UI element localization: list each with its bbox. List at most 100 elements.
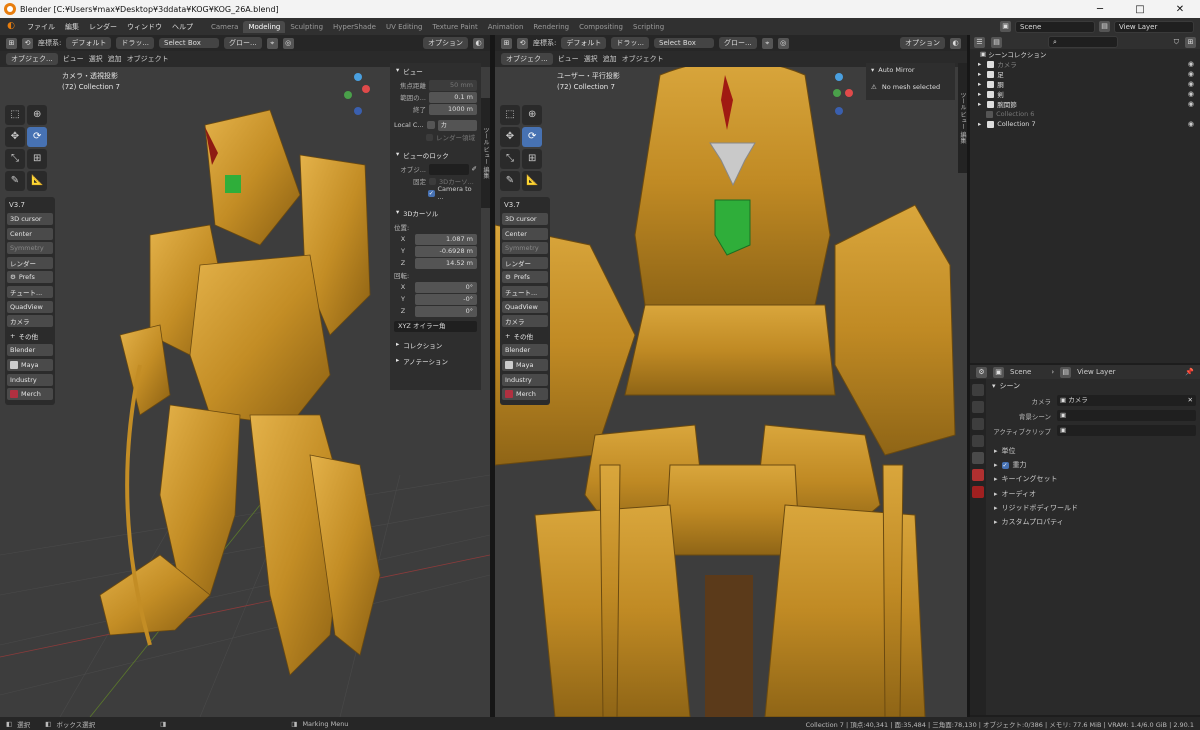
- outliner-row[interactable]: Collection 6: [970, 109, 1200, 119]
- v37-prefs-button[interactable]: ⚙ Prefs: [7, 271, 53, 284]
- tab-animation[interactable]: Animation: [483, 21, 529, 33]
- v37-symmetry-button[interactable]: Symmetry: [7, 242, 53, 255]
- orientation-dropdown[interactable]: デフォルト: [66, 37, 112, 49]
- menu-object[interactable]: オブジェクト: [127, 54, 169, 64]
- tab-tool[interactable]: ツール: [959, 92, 966, 110]
- proportional-icon[interactable]: ◎: [282, 37, 294, 49]
- collection-section-header[interactable]: ▸ コレクション: [390, 337, 481, 353]
- eye-icon[interactable]: ◉: [1188, 80, 1194, 88]
- eye-icon[interactable]: ◉: [1188, 90, 1194, 98]
- close-icon[interactable]: ✕: [1160, 4, 1200, 15]
- editor-type-icon[interactable]: ⚙: [976, 366, 987, 378]
- orientation-dropdown[interactable]: デフォルト: [561, 37, 607, 49]
- tab-view[interactable]: ビュー: [482, 147, 489, 165]
- view-layer-tab-icon[interactable]: [972, 435, 984, 447]
- pin-icon[interactable]: 📌: [1185, 368, 1194, 376]
- background-scene-field[interactable]: ▣: [1057, 410, 1196, 421]
- v37-center-button[interactable]: Center: [502, 227, 548, 240]
- v37-symmetry-button[interactable]: Symmetry: [502, 242, 548, 255]
- cursor-loc-x-field[interactable]: 1.087 m: [415, 233, 477, 245]
- options-dropdown[interactable]: オプション: [900, 37, 945, 49]
- focal-length-field[interactable]: 50 mm: [429, 79, 477, 91]
- menu-select[interactable]: 選択: [584, 54, 598, 64]
- outliner-row[interactable]: ▸ 足 ◉: [970, 69, 1200, 79]
- tab-scripting[interactable]: Scripting: [628, 21, 669, 33]
- v37-other-button[interactable]: + その他: [7, 330, 53, 342]
- outliner-row[interactable]: ▸ 腕関節 ◉: [970, 99, 1200, 109]
- v37-industry-button[interactable]: Industry: [7, 373, 53, 386]
- tab-edit[interactable]: 編集: [959, 132, 966, 144]
- outliner-row[interactable]: ▸ Collection 7 ◉: [970, 119, 1200, 129]
- transform-tool-icon[interactable]: ⊞: [27, 149, 48, 169]
- audio-section[interactable]: ▸ オーディオ: [988, 487, 1200, 501]
- clip-end-field[interactable]: 1000 m: [429, 103, 477, 115]
- row-checkbox[interactable]: [987, 80, 995, 88]
- menu-window[interactable]: ウィンドウ: [122, 22, 167, 32]
- new-collection-icon[interactable]: ⊞: [1185, 36, 1196, 48]
- move-tool-icon[interactable]: ✥: [500, 127, 520, 147]
- menu-view[interactable]: ビュー: [63, 54, 84, 64]
- world-tab-icon[interactable]: [972, 469, 984, 481]
- clear-icon[interactable]: ✕: [1188, 395, 1193, 406]
- move-tool-icon[interactable]: ✥: [5, 127, 25, 147]
- outliner-search-input[interactable]: ⌕: [1048, 36, 1118, 48]
- menu-file[interactable]: ファイル: [22, 22, 60, 32]
- maximize-icon[interactable]: □: [1120, 4, 1160, 15]
- tab-view[interactable]: ビュー: [959, 112, 966, 130]
- scene-section-header[interactable]: ▾ シーン: [988, 379, 1200, 393]
- v37-quadview-button[interactable]: QuadView: [7, 300, 53, 313]
- v37-merch-button[interactable]: Merch: [502, 388, 548, 401]
- editor-type-icon[interactable]: ⊞: [6, 37, 17, 49]
- viewport-right[interactable]: ⊞ ⟲ 座標系: デフォルト ドラッ... Select Box グロー... …: [495, 35, 967, 717]
- v37-industry-button[interactable]: Industry: [502, 373, 548, 386]
- texture-tab-icon[interactable]: [972, 486, 984, 498]
- scale-tool-icon[interactable]: ⤡: [500, 149, 520, 169]
- lock-3dcursor-checkbox[interactable]: [429, 177, 436, 185]
- options-dropdown[interactable]: オプション: [423, 37, 468, 49]
- display-mode-icon[interactable]: ▤: [991, 36, 1002, 48]
- menu-add[interactable]: 追加: [108, 54, 122, 64]
- outliner-row[interactable]: ▸ 剣 ◉: [970, 89, 1200, 99]
- v37-center-button[interactable]: Center: [7, 227, 53, 240]
- v37-camera-button[interactable]: カメラ: [7, 315, 53, 328]
- measure-tool-icon[interactable]: 📐: [27, 171, 48, 191]
- cursor-rot-y-field[interactable]: -0°: [415, 293, 477, 305]
- menu-edit[interactable]: 編集: [60, 22, 84, 32]
- tab-compositing[interactable]: Compositing: [574, 21, 628, 33]
- blender-menu-icon[interactable]: ◐: [4, 21, 18, 33]
- v37-tutorial-button[interactable]: チュート...: [7, 285, 53, 298]
- row-checkbox[interactable]: [986, 110, 994, 118]
- rotation-mode-dropdown[interactable]: XYZ オイラー角: [394, 320, 477, 332]
- transform-pivot-icon[interactable]: ⟲: [22, 37, 33, 49]
- v37-maya-button[interactable]: Maya: [502, 358, 548, 371]
- clip-start-field[interactable]: 0.1 m: [429, 91, 477, 103]
- camera-field[interactable]: ▣ カメラ ✕: [1057, 395, 1196, 406]
- navigation-gizmo[interactable]: [342, 73, 372, 119]
- auto-mirror-header[interactable]: ▾ Auto Mirror: [866, 63, 955, 77]
- tab-tool[interactable]: ツール: [482, 127, 489, 145]
- cursor-loc-z-field[interactable]: 14.52 m: [415, 257, 477, 269]
- tab-modeling[interactable]: Modeling: [243, 20, 286, 33]
- scale-tool-icon[interactable]: ⤡: [5, 149, 25, 169]
- v37-merch-button[interactable]: Merch: [7, 388, 53, 401]
- camera-to-view-checkbox[interactable]: ✓: [428, 189, 435, 197]
- mode-dropdown[interactable]: オブジェク...: [6, 53, 58, 65]
- tab-rendering[interactable]: Rendering: [528, 21, 574, 33]
- measure-tool-icon[interactable]: 📐: [522, 171, 543, 191]
- cursor-tool-icon[interactable]: ⊕: [522, 105, 543, 125]
- row-checkbox[interactable]: [987, 100, 995, 108]
- row-checkbox[interactable]: [987, 90, 995, 98]
- snap-icon[interactable]: ⌖: [266, 37, 278, 49]
- menu-render[interactable]: レンダー: [84, 22, 122, 32]
- cursor-rot-x-field[interactable]: 0°: [415, 281, 477, 293]
- view-lock-section-header[interactable]: ▾ ビューのロック: [390, 147, 481, 163]
- global-dropdown[interactable]: グロー...: [719, 37, 757, 49]
- units-section[interactable]: ▸ 単位: [988, 444, 1200, 458]
- local-camera-field[interactable]: カ: [437, 119, 477, 131]
- row-checkbox[interactable]: [987, 70, 995, 78]
- gravity-checkbox[interactable]: ✓: [1001, 461, 1009, 469]
- mode-dropdown[interactable]: オブジェク...: [501, 53, 553, 65]
- rotate-tool-icon[interactable]: ⟳: [522, 127, 543, 147]
- render-tab-icon[interactable]: [972, 401, 984, 413]
- v37-render-button[interactable]: レンダー: [502, 256, 548, 269]
